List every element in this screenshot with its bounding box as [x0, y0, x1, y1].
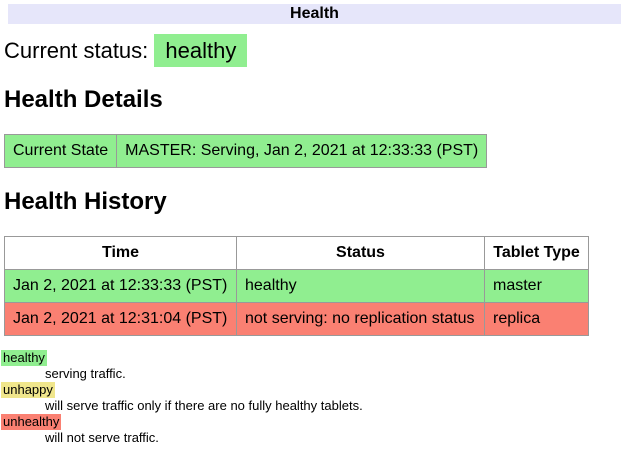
history-tablet-type-cell: master: [485, 270, 589, 303]
legend-description-unhappy: will serve traffic only if there are no …: [45, 398, 621, 414]
history-tablet-type-cell: replica: [485, 303, 589, 336]
history-status-cell: not serving: no replication status: [237, 303, 485, 336]
legend-term-healthy: healthy: [1, 350, 47, 366]
current-status-line: Current status: healthy: [4, 36, 621, 66]
page-title: Health: [290, 5, 339, 22]
history-header-row: Time Status Tablet Type: [5, 237, 589, 270]
history-time-cell: Jan 2, 2021 at 12:31:04 (PST): [5, 303, 237, 336]
health-details-row: Current State MASTER: Serving, Jan 2, 20…: [5, 135, 487, 168]
health-history-table: Time Status Tablet Type Jan 2, 2021 at 1…: [4, 236, 589, 336]
legend-term-unhappy: unhappy: [1, 382, 55, 398]
health-details-table: Current State MASTER: Serving, Jan 2, 20…: [4, 134, 487, 168]
legend-term-unhealthy: unhealthy: [1, 414, 61, 430]
legend-description-unhealthy: will not serve traffic.: [45, 430, 621, 446]
history-row-healthy: Jan 2, 2021 at 12:33:33 (PST) healthy ma…: [5, 270, 589, 303]
health-history-heading: Health History: [4, 188, 621, 216]
current-status-label: Current status:: [4, 38, 148, 63]
history-column-tablet-type: Tablet Type: [485, 237, 589, 270]
current-status-badge: healthy: [154, 34, 247, 67]
history-column-status: Status: [237, 237, 485, 270]
legend-description-healthy: serving traffic.: [45, 366, 621, 382]
history-row-unhealthy: Jan 2, 2021 at 12:31:04 (PST) not servin…: [5, 303, 589, 336]
health-legend: healthy serving traffic. unhappy will se…: [1, 350, 621, 446]
history-column-time: Time: [5, 237, 237, 270]
history-status-cell: healthy: [237, 270, 485, 303]
current-state-value-cell: MASTER: Serving, Jan 2, 2021 at 12:33:33…: [117, 135, 487, 168]
current-state-label-cell: Current State: [5, 135, 117, 168]
health-details-heading: Health Details: [4, 86, 621, 114]
history-time-cell: Jan 2, 2021 at 12:33:33 (PST): [5, 270, 237, 303]
page-header-bar: Health: [8, 4, 621, 24]
